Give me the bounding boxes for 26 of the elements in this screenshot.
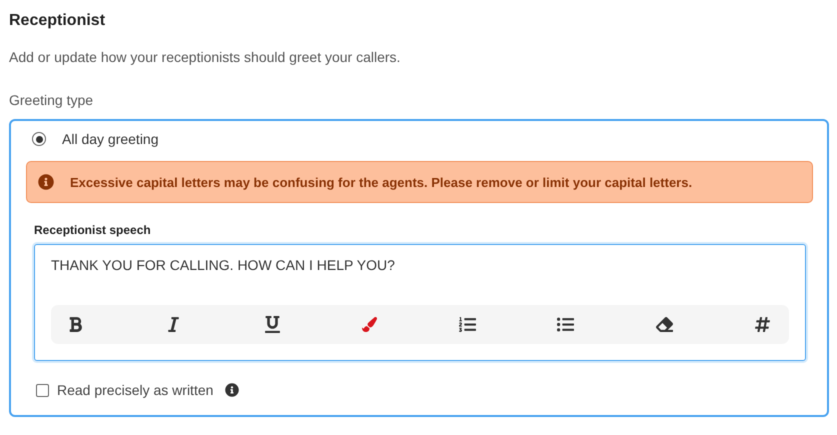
paintbrush-icon xyxy=(362,317,378,332)
bold-icon xyxy=(67,316,84,333)
radio-label: All day greeting xyxy=(62,131,159,147)
hashtag-icon xyxy=(754,316,771,333)
checkbox[interactable] xyxy=(36,384,49,396)
toolbar-button[interactable] xyxy=(67,316,84,333)
toolbar-button[interactable] xyxy=(264,316,281,333)
radio-button[interactable] xyxy=(32,132,46,146)
alert-message: Excessive capital letters may be confusing for the agents. Please remove or limit your capital letters. xyxy=(70,174,692,190)
field-label: Greeting type xyxy=(9,92,94,108)
info-icon xyxy=(38,174,54,190)
underline-icon xyxy=(264,316,281,333)
bulleted-list-icon xyxy=(557,316,574,333)
info-icon[interactable] xyxy=(225,383,240,397)
field-label: Receptionist speech xyxy=(34,223,152,237)
toolbar-button[interactable] xyxy=(557,316,574,333)
editor-text: THANK YOU FOR CALLING. HOW CAN I HELP YOU? xyxy=(51,257,396,275)
section-title: Receptionist xyxy=(9,12,106,30)
numbered-list-icon xyxy=(458,316,476,333)
eraser-icon xyxy=(656,316,673,333)
toolbar-button[interactable] xyxy=(458,316,476,333)
section-description: Add or update how your receptionists should greet your callers. xyxy=(9,49,402,65)
toolbar-button[interactable] xyxy=(754,316,771,333)
speech-editor[interactable]: THANK YOU FOR CALLING. HOW CAN I HELP YOU? xyxy=(34,244,806,361)
toolbar-button[interactable] xyxy=(656,316,673,333)
checkbox-label: Read precisely as written xyxy=(57,382,214,398)
